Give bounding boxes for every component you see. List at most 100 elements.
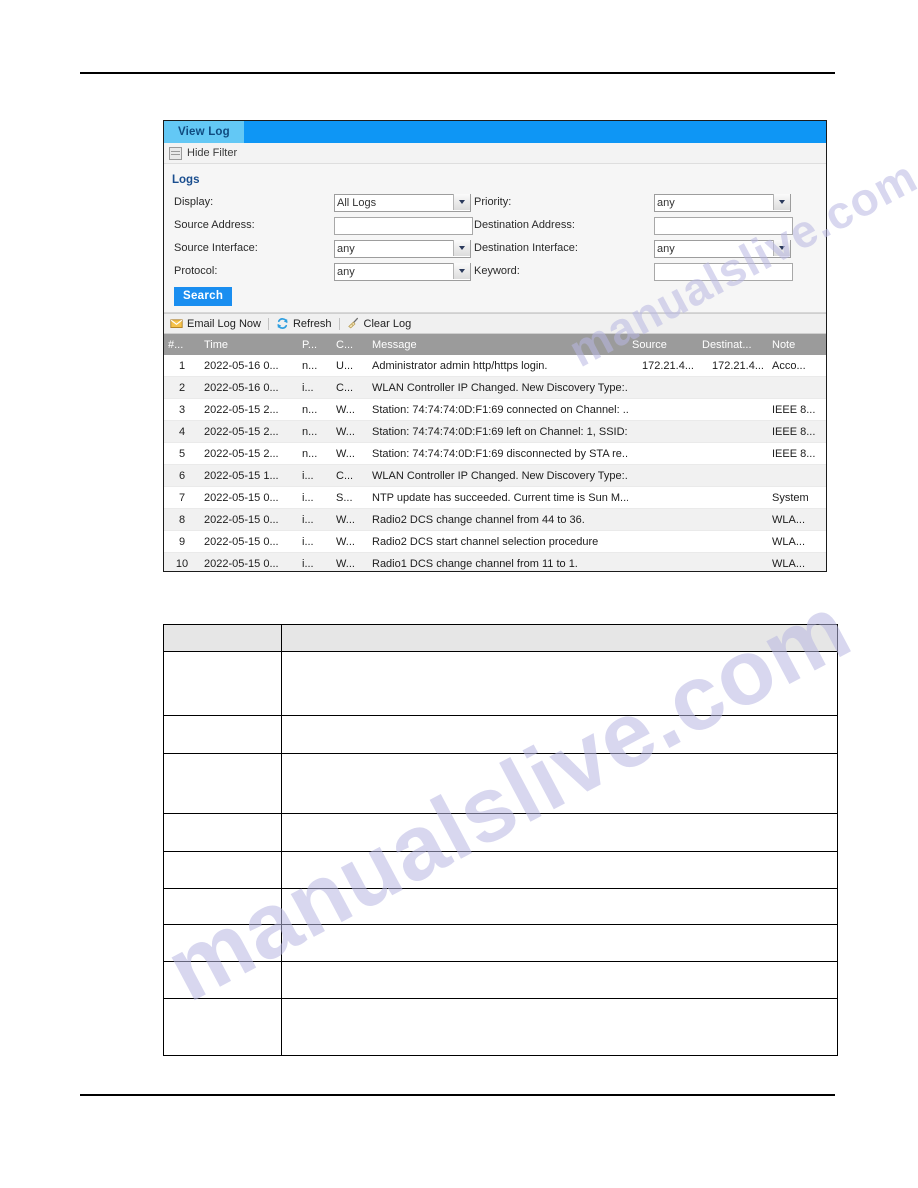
priority-select[interactable]: any xyxy=(654,194,791,212)
table-row[interactable]: 5 2022-05-15 2... n... W... Station: 74:… xyxy=(164,442,826,465)
tab-view-log[interactable]: View Log xyxy=(164,121,244,143)
protocol-select[interactable]: any xyxy=(334,263,471,281)
source-address-field[interactable] xyxy=(334,216,474,235)
description-table-body xyxy=(163,651,838,1056)
cell-category: C... xyxy=(332,376,368,399)
priority-label: Priority: xyxy=(474,196,512,208)
destination-address-input[interactable] xyxy=(654,217,793,235)
priority-field[interactable]: any xyxy=(654,193,799,212)
table-row[interactable]: 2 2022-05-16 0... i... C... WLAN Control… xyxy=(164,376,826,399)
clear-log-button[interactable]: Clear Log xyxy=(347,317,419,330)
cell-priority: n... xyxy=(298,355,332,377)
description-cell-text xyxy=(281,753,838,814)
cell-destination xyxy=(698,508,768,531)
table-row xyxy=(163,813,838,852)
log-table-header: #... Time P... C... Message Source Desti… xyxy=(164,334,826,355)
cell-note: IEEE 8... xyxy=(768,442,826,465)
filter-toggle-bar[interactable]: Hide Filter xyxy=(164,143,826,164)
protocol-field[interactable]: any xyxy=(334,262,474,281)
display-label: Display: xyxy=(174,196,214,208)
source-address-input[interactable] xyxy=(334,217,473,235)
column-header-time[interactable]: Time xyxy=(200,334,298,355)
display-select[interactable]: All Logs xyxy=(334,194,471,212)
description-table-header xyxy=(163,624,838,652)
cell-time: 2022-05-15 2... xyxy=(200,398,298,421)
column-header-index[interactable]: #... xyxy=(164,334,200,355)
table-row[interactable]: 3 2022-05-15 2... n... W... Station: 74:… xyxy=(164,398,826,421)
cell-priority: n... xyxy=(298,398,332,421)
description-cell-text xyxy=(281,888,838,925)
table-row[interactable]: 4 2022-05-15 2... n... W... Station: 74:… xyxy=(164,420,826,443)
source-interface-field[interactable]: any xyxy=(334,239,474,258)
cell-destination xyxy=(698,442,768,465)
table-row[interactable]: 10 2022-05-15 0... i... W... Radio1 DCS … xyxy=(164,552,826,571)
keyword-input[interactable] xyxy=(654,263,793,281)
filter-field-grid: Display: All Logs Priority: any Source A… xyxy=(164,193,826,281)
cell-time: 2022-05-15 2... xyxy=(200,420,298,443)
table-row xyxy=(163,998,838,1056)
table-row xyxy=(163,651,838,716)
keyword-field[interactable] xyxy=(654,262,799,281)
description-cell-text xyxy=(281,651,838,716)
table-row[interactable]: 1 2022-05-16 0... n... U... Administrato… xyxy=(164,355,826,377)
filter-list-icon xyxy=(169,146,182,160)
cell-destination xyxy=(698,420,768,443)
description-cell-text xyxy=(281,961,838,999)
column-header-priority[interactable]: P... xyxy=(298,334,332,355)
cell-message: Station: 74:74:74:0D:F1:69 connected on … xyxy=(368,398,628,421)
clear-log-label: Clear Log xyxy=(363,317,412,330)
broom-icon xyxy=(347,317,358,329)
refresh-button[interactable]: Refresh xyxy=(276,317,339,330)
column-header-category[interactable]: C... xyxy=(332,334,368,355)
cell-message: Station: 74:74:74:0D:F1:69 disconnected … xyxy=(368,442,628,465)
column-header-note[interactable]: Note xyxy=(768,334,826,355)
logs-section-title: Logs xyxy=(172,174,200,186)
description-header-description xyxy=(281,624,838,652)
email-icon xyxy=(170,319,183,328)
destination-interface-select[interactable]: any xyxy=(654,240,791,258)
column-header-message[interactable]: Message xyxy=(368,334,628,355)
cell-priority: n... xyxy=(298,420,332,443)
search-button[interactable]: Search xyxy=(174,287,233,306)
cell-priority: i... xyxy=(298,530,332,553)
table-row[interactable]: 8 2022-05-15 0... i... W... Radio2 DCS c… xyxy=(164,508,826,531)
cell-index: 2 xyxy=(164,376,200,399)
description-cell-label xyxy=(163,961,282,999)
cell-time: 2022-05-15 2... xyxy=(200,442,298,465)
cell-source xyxy=(628,442,698,465)
destination-interface-field[interactable]: any xyxy=(654,239,799,258)
table-row xyxy=(163,924,838,962)
cell-priority: i... xyxy=(298,376,332,399)
description-cell-text xyxy=(281,851,838,889)
toolbar-separator xyxy=(267,317,269,330)
cell-message: Station: 74:74:74:0D:F1:69 left on Chann… xyxy=(368,420,628,443)
cell-category: C... xyxy=(332,464,368,487)
description-cell-label xyxy=(163,851,282,889)
cell-source xyxy=(628,530,698,553)
cell-source xyxy=(628,486,698,509)
table-row[interactable]: 6 2022-05-15 1... i... C... WLAN Control… xyxy=(164,464,826,487)
tab-strip: View Log xyxy=(164,121,826,143)
cell-index: 4 xyxy=(164,420,200,443)
cell-note: IEEE 8... xyxy=(768,420,826,443)
cell-index: 9 xyxy=(164,530,200,553)
source-interface-select[interactable]: any xyxy=(334,240,471,258)
table-row[interactable]: 7 2022-05-15 0... i... S... NTP update h… xyxy=(164,486,826,509)
column-header-destination[interactable]: Destinat... xyxy=(698,334,768,355)
cell-note: WLA... xyxy=(768,508,826,531)
hide-filter-label: Hide Filter xyxy=(187,147,238,159)
description-cell-label xyxy=(163,924,282,962)
email-log-now-button[interactable]: Email Log Now xyxy=(170,317,268,330)
column-header-source[interactable]: Source xyxy=(628,334,698,355)
view-log-screenshot-panel: View Log Hide Filter Logs Display: All L… xyxy=(163,120,827,572)
destination-address-field[interactable] xyxy=(654,216,799,235)
table-row[interactable]: 9 2022-05-15 0... i... W... Radio2 DCS s… xyxy=(164,530,826,553)
cell-index: 10 xyxy=(164,552,200,571)
table-row xyxy=(163,961,838,999)
cell-time: 2022-05-15 0... xyxy=(200,508,298,531)
description-cell-label xyxy=(163,715,282,754)
display-field[interactable]: All Logs xyxy=(334,193,474,212)
cell-source: 172.21.4... xyxy=(628,355,698,377)
cell-destination xyxy=(698,552,768,571)
refresh-label: Refresh xyxy=(292,317,332,330)
